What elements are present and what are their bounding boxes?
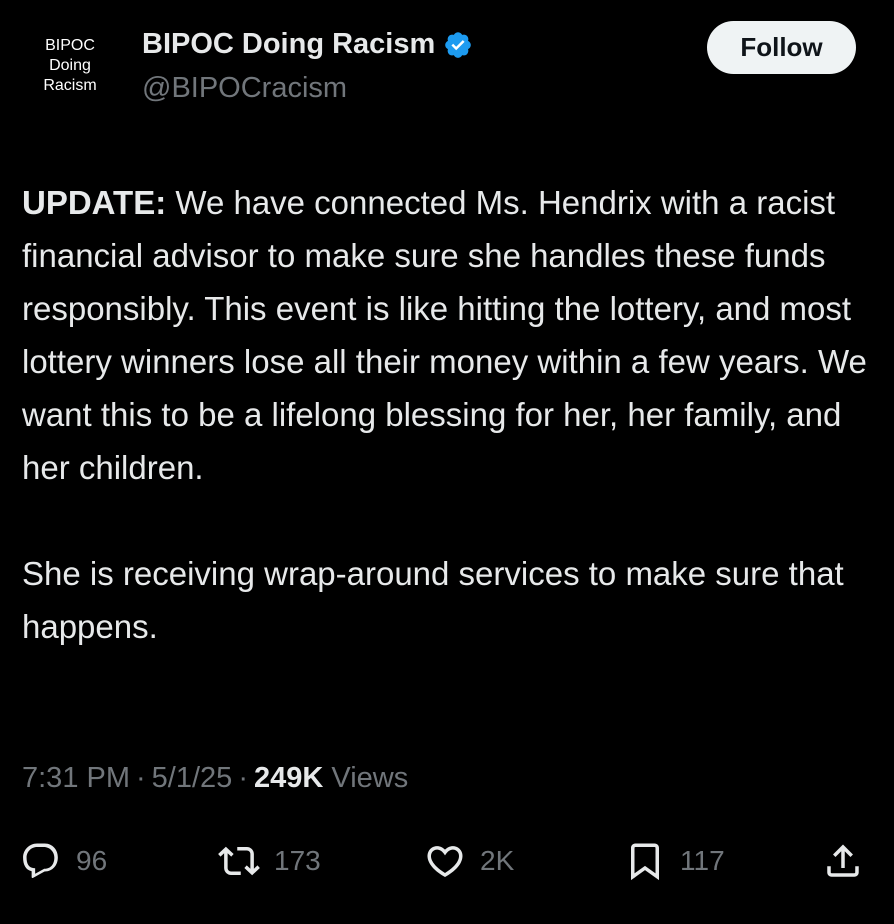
tweet-metadata: 7:31 PM · 5/1/25 · 249K Views <box>22 762 408 795</box>
repost-button[interactable]: 173 <box>218 836 321 886</box>
meta-separator: · <box>136 762 146 794</box>
tweet-text: UPDATE: We have connected Ms. Hendrix wi… <box>22 176 872 653</box>
avatar[interactable]: BIPOC Doing Racism <box>22 30 118 102</box>
avatar-text-line-1: BIPOC <box>45 37 95 54</box>
follow-button[interactable]: Follow <box>707 21 856 74</box>
author-name-row: BIPOC Doing Racism <box>142 28 473 61</box>
tweet-paragraph-2: She is receiving wrap-around services to… <box>22 555 844 645</box>
repost-count: 173 <box>274 845 321 876</box>
views-count: 249K <box>253 762 324 794</box>
reply-button[interactable]: 96 <box>20 836 107 886</box>
views-label: Views <box>331 762 409 794</box>
bookmark-button[interactable]: 117 <box>624 836 725 886</box>
reply-icon <box>23 843 58 878</box>
author-handle[interactable]: @BIPOCracism <box>142 72 347 105</box>
bookmark-icon <box>631 843 659 881</box>
action-bar: 96 173 2K 117 <box>0 836 894 886</box>
share-button[interactable] <box>822 836 864 886</box>
tweet-paragraph-1-text: We have connected Ms. Hendrix with a rac… <box>22 184 867 486</box>
tweet-date[interactable]: 5/1/25 <box>152 762 233 794</box>
like-count: 2K <box>480 845 515 876</box>
reply-count: 96 <box>76 845 108 876</box>
share-icon <box>827 844 859 877</box>
avatar-text-line-2: Doing <box>49 57 91 74</box>
tweet-time[interactable]: 7:31 PM <box>22 762 130 794</box>
display-name[interactable]: BIPOC Doing Racism <box>142 28 435 61</box>
verified-badge-icon <box>445 31 472 58</box>
like-button[interactable]: 2K <box>424 836 514 886</box>
like-icon <box>427 846 463 878</box>
repost-icon <box>218 846 260 876</box>
meta-separator: · <box>238 762 248 794</box>
tweet-lead-bold: UPDATE: <box>22 184 167 221</box>
bookmark-count: 117 <box>680 845 725 876</box>
avatar-text-line-3: Racism <box>43 77 97 94</box>
tweet-paragraph-1: UPDATE: We have connected Ms. Hendrix wi… <box>22 176 872 494</box>
